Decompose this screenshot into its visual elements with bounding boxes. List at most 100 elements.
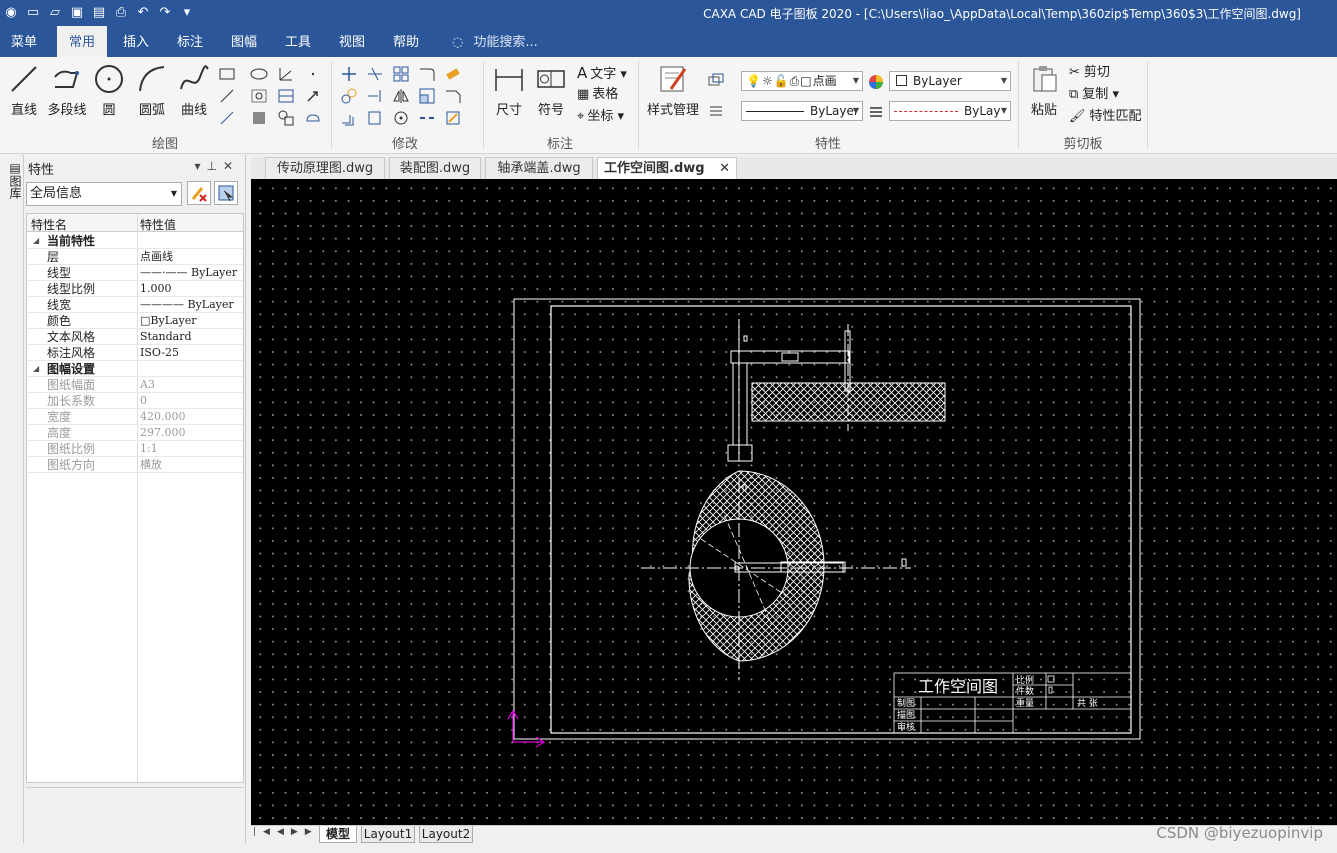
layout-tab-model[interactable]: 模型 (319, 826, 357, 843)
properties-list-icon[interactable] (707, 102, 725, 120)
fill-icon[interactable] (250, 109, 268, 127)
property-value[interactable]: Standard (140, 329, 192, 345)
mirror-icon[interactable] (392, 87, 410, 105)
extend-icon[interactable] (366, 87, 384, 105)
shapes-icon[interactable] (277, 109, 295, 127)
break-icon[interactable] (418, 109, 436, 127)
block-icon[interactable] (277, 87, 295, 105)
rectangle-icon[interactable] (218, 65, 236, 83)
text-button[interactable]: A 文字 ▾ (577, 63, 627, 83)
property-value[interactable]: 1:1 (140, 441, 158, 457)
erase-icon[interactable] (444, 65, 462, 83)
angle-line-icon[interactable] (277, 65, 295, 83)
property-value[interactable]: A3 (140, 377, 155, 393)
doc-tab[interactable]: 装配图.dwg (389, 157, 481, 179)
layout-tab-layout2[interactable]: Layout2 (419, 826, 473, 843)
property-row[interactable]: 文本风格 Standard (27, 329, 243, 345)
print-icon[interactable]: ⎙ (110, 4, 132, 22)
paste-button[interactable]: 粘贴 (1026, 63, 1062, 118)
rotate-icon[interactable] (392, 109, 410, 127)
close-tab-icon[interactable]: ✕ (719, 161, 730, 176)
linewidth-icon[interactable] (867, 103, 885, 121)
layout-tab-layout1[interactable]: Layout1 (361, 826, 415, 843)
save-icon[interactable]: ▣ (66, 4, 88, 22)
close-icon[interactable]: ✕ (223, 159, 239, 173)
property-row[interactable]: 加长系数 0 (27, 393, 243, 409)
save-all-icon[interactable]: ▤ (88, 4, 110, 22)
menu-main[interactable]: 菜单 (0, 26, 48, 57)
center-line-icon[interactable] (218, 87, 236, 105)
ellipse-icon[interactable] (250, 65, 268, 83)
move-icon[interactable] (340, 65, 358, 83)
drawing-canvas[interactable]: 工作空间图 比例 件数 重量 共 张 制图 描图 审核 (251, 179, 1337, 825)
doc-tab-active[interactable]: 工作空间图.dwg ✕ (597, 157, 737, 179)
redo-icon[interactable]: ↷ (154, 4, 176, 22)
line-button[interactable]: 直线 (6, 63, 42, 118)
hatch-icon[interactable] (250, 87, 268, 105)
layout-nav-icons[interactable]: |◀◀▶▶| (253, 827, 329, 837)
property-value[interactable]: 横放 (140, 457, 162, 473)
app-logo-icon[interactable]: ◉ (0, 4, 22, 22)
offset-line-icon[interactable] (218, 109, 236, 127)
arc-button[interactable]: 圆弧 (133, 63, 171, 118)
property-row[interactable]: 线宽 ———— ByLayer (27, 297, 243, 313)
table-button[interactable]: ▦ 表格 (577, 85, 618, 105)
symbol-button[interactable]: 符号 (533, 63, 569, 118)
tab-annotate[interactable]: 标注 (166, 26, 214, 57)
collapse-triangle-icon[interactable]: ◢ (33, 361, 39, 377)
property-value[interactable]: 297.000 (140, 425, 186, 441)
chamfer-icon[interactable] (444, 87, 462, 105)
offset-icon[interactable] (340, 109, 358, 127)
customize-icon[interactable]: ▾ (176, 4, 198, 22)
property-row[interactable]: 图纸方向 横放 (27, 457, 243, 473)
pin-icon[interactable]: ⊥ (206, 159, 222, 173)
copy-move-icon[interactable] (340, 87, 358, 105)
property-section-header[interactable]: ◢ 当前特性 (27, 233, 243, 249)
scope-select[interactable]: 全局信息 ▼ (26, 182, 182, 206)
library-tab[interactable]: ▤图库 (3, 161, 22, 199)
feature-search[interactable]: ◌ 功能搜索... (452, 26, 538, 57)
layer-tools-icon[interactable] (707, 71, 725, 89)
property-row[interactable]: 线型比例 1.000 (27, 281, 243, 297)
property-value[interactable]: ——·—— ByLayer (140, 265, 237, 281)
tab-home[interactable]: 常用 (57, 26, 107, 57)
polyline-button[interactable]: 多段线 (45, 63, 89, 118)
doc-tab[interactable]: 传动原理图.dwg (265, 157, 385, 179)
property-value[interactable]: 点画线 (140, 249, 173, 265)
panel-menu-icon[interactable]: ▾ (194, 159, 206, 173)
circle-button[interactable]: 圆 (92, 63, 126, 118)
edit-icon[interactable] (444, 109, 462, 127)
tab-sheet[interactable]: 图幅 (220, 26, 268, 57)
property-value[interactable]: ———— ByLayer (140, 297, 234, 313)
property-value[interactable]: □ByLayer (140, 313, 197, 329)
tab-insert[interactable]: 插入 (112, 26, 160, 57)
quick-select-button[interactable] (214, 181, 238, 205)
tab-tools[interactable]: 工具 (274, 26, 322, 57)
fillet-icon[interactable] (418, 65, 436, 83)
doc-tab[interactable]: 轴承端盖.dwg (485, 157, 593, 179)
collapse-triangle-icon[interactable]: ◢ (33, 233, 39, 249)
property-section-header[interactable]: ◢ 图幅设置 (27, 361, 243, 377)
property-value[interactable]: 0 (140, 393, 147, 409)
cut-button[interactable]: ✂ 剪切 (1069, 63, 1110, 83)
property-value[interactable]: 1.000 (140, 281, 172, 297)
scale-icon[interactable] (418, 87, 436, 105)
property-row[interactable]: 线型 ——·—— ByLayer (27, 265, 243, 281)
match-properties-button[interactable]: 🖌 特性匹配 (1069, 107, 1142, 127)
tab-view[interactable]: 视图 (328, 26, 376, 57)
tab-help[interactable]: 帮助 (382, 26, 430, 57)
stretch-icon[interactable] (366, 109, 384, 127)
layer-combo[interactable]: 💡☼🔓⎙□点画 ▼ (741, 71, 863, 91)
copy-button[interactable]: ⧉ 复制 ▾ (1069, 85, 1119, 105)
trim-icon[interactable] (366, 65, 384, 83)
clear-selection-button[interactable] (187, 181, 211, 205)
arrow-icon[interactable] (304, 87, 322, 105)
linewidth-combo[interactable]: ByLay ▼ (889, 101, 1011, 121)
cloud-icon[interactable] (304, 109, 322, 127)
style-manager-button[interactable]: 样式管理 (644, 63, 702, 118)
open-file-icon[interactable]: ▱ (44, 4, 66, 22)
property-row[interactable]: 层 点画线 (27, 249, 243, 265)
color-wheel-icon[interactable] (867, 73, 885, 91)
property-row[interactable]: 宽度 420.000 (27, 409, 243, 425)
property-row[interactable]: 高度 297.000 (27, 425, 243, 441)
